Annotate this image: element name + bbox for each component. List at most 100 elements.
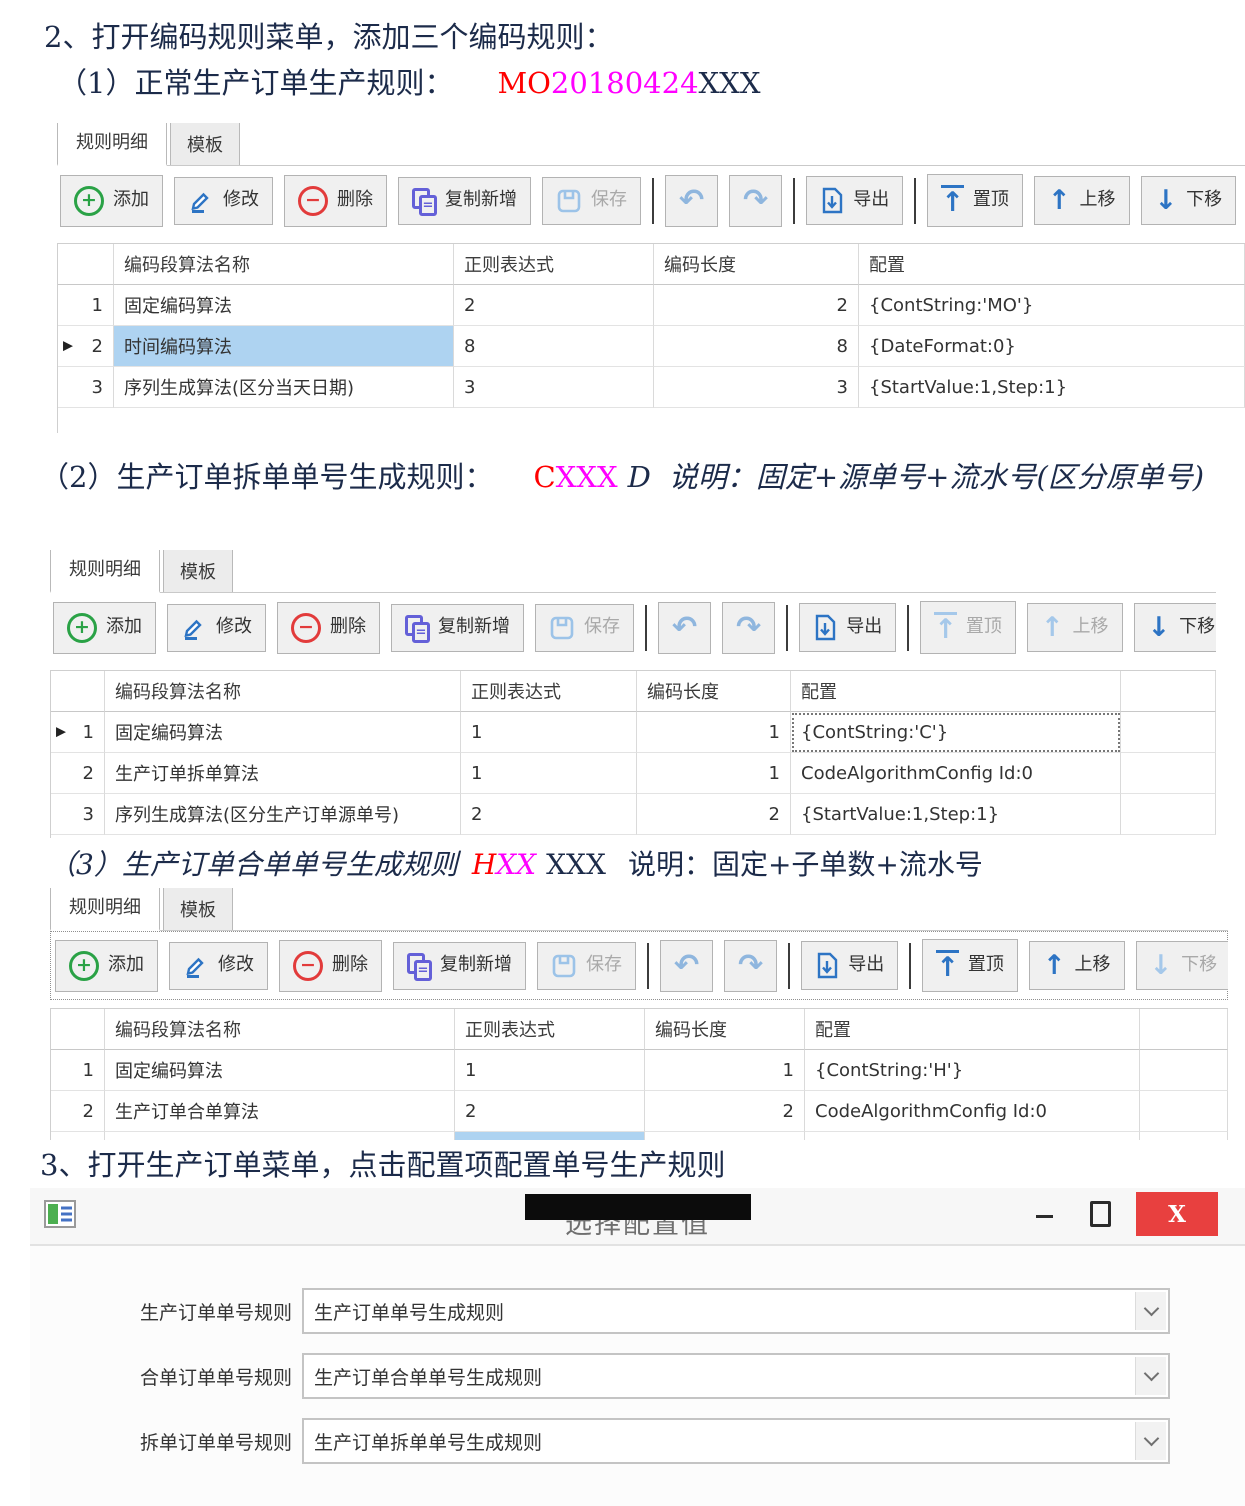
cell-regex[interactable]: 3 (454, 367, 654, 408)
redo-button[interactable]: ↷ (722, 602, 775, 654)
delete-button[interactable]: −删除 (284, 175, 387, 227)
cell-algorithm-name[interactable]: 固定编码算法 (105, 1050, 455, 1091)
row-number[interactable]: 3 (51, 794, 105, 835)
cell-length[interactable]: 1 (637, 712, 791, 753)
cell-algorithm-name[interactable]: 固定编码算法 (105, 712, 461, 753)
minimize-button[interactable] (1024, 1194, 1064, 1234)
pin-top-button[interactable]: ↑置顶 (927, 174, 1023, 227)
cell-config[interactable]: {StartValue:1,Step:1} (791, 794, 1121, 835)
cell-regex[interactable]: 8 (454, 326, 654, 367)
cell-algorithm-name[interactable]: 生产订单合单算法 (105, 1091, 455, 1132)
cell-length[interactable]: 1 (637, 753, 791, 794)
delete-button[interactable]: −删除 (279, 940, 382, 992)
move-down-button-label: 下移 (1179, 617, 1215, 638)
tab-rule-detail[interactable]: 规则明细 (57, 123, 167, 166)
row-number[interactable]: ▶2 (58, 326, 114, 367)
cell-regex[interactable]: 1 (461, 753, 637, 794)
dropdown-arrow-icon[interactable] (1135, 1422, 1166, 1460)
add-button[interactable]: +添加 (60, 175, 163, 227)
save-button[interactable]: 保存 (537, 942, 636, 990)
add-button[interactable]: +添加 (53, 602, 156, 654)
column-header-length: 编码长度 (645, 1009, 805, 1050)
tab-rule-detail[interactable]: 规则明细 (50, 888, 160, 931)
cell-config[interactable]: {ContString:'H'} (805, 1050, 1140, 1091)
move-down-button[interactable]: ↓下移 (1136, 941, 1228, 990)
maximize-button[interactable] (1080, 1194, 1120, 1234)
cell-regex[interactable]: 1 (461, 712, 637, 753)
redo-button[interactable]: ↷ (724, 940, 777, 992)
move-up-button[interactable]: ↑上移 (1029, 941, 1125, 990)
cell-length[interactable]: 1 (645, 1050, 805, 1091)
move-down-button[interactable]: ↓下移 (1141, 176, 1237, 225)
tab-template[interactable]: 模板 (163, 888, 233, 930)
save-button[interactable]: 保存 (535, 604, 634, 652)
tab-template[interactable]: 模板 (170, 123, 240, 165)
row-number[interactable]: ▶1 (51, 712, 105, 753)
edit-button[interactable]: 修改 (167, 604, 266, 652)
split-rule-value: 生产订单拆单单号生成规则 (304, 1428, 542, 1455)
copy-new-button[interactable]: 复制新增 (398, 177, 531, 225)
cell-config[interactable]: {StartValue:1,Step:1} (859, 367, 1245, 408)
heading-step-2: 2、打开编码规则菜单，添加三个编码规则： (44, 14, 613, 56)
export-button[interactable]: 导出 (806, 176, 903, 225)
redo-button[interactable]: ↷ (729, 175, 782, 227)
redo-icon: ↷ (736, 613, 761, 643)
cell-length[interactable]: 2 (654, 285, 859, 326)
cell-length[interactable]: 3 (645, 1132, 805, 1140)
merge-rule-select[interactable]: 生产订单合单单号生成规则 (302, 1353, 1170, 1399)
row-number[interactable]: 3 (58, 367, 114, 408)
tab-rule-detail[interactable]: 规则明细 (50, 550, 160, 593)
pin-top-button[interactable]: ↑置顶 (922, 939, 1018, 992)
edit-button[interactable]: 修改 (169, 942, 268, 990)
order-rule-select[interactable]: 生产订单单号生成规则 (302, 1288, 1170, 1334)
cell-config[interactable]: CodeAlgorithmConfig Id:0 (805, 1091, 1140, 1132)
cell-algorithm-name[interactable]: 生产订单拆单算法 (105, 753, 461, 794)
cell-config[interactable]: CodeAlgorithmConfig Id:0 (791, 753, 1121, 794)
cell-regex[interactable]: 3 (455, 1132, 645, 1140)
cell-algorithm-name[interactable]: 固定编码算法 (114, 285, 454, 326)
export-button[interactable]: 导出 (799, 603, 896, 652)
copy-new-button[interactable]: 复制新增 (391, 604, 524, 652)
cell-length[interactable]: 8 (654, 326, 859, 367)
copy-new-button[interactable]: 复制新增 (393, 942, 526, 990)
row-number[interactable]: 1 (51, 1050, 105, 1091)
tab-template[interactable]: 模板 (163, 550, 233, 592)
row-number[interactable]: ▶3 (51, 1132, 105, 1140)
cell-length[interactable]: 2 (637, 794, 791, 835)
undo-button[interactable]: ↶ (658, 602, 711, 654)
close-button[interactable]: X (1136, 1192, 1218, 1236)
dropdown-arrow-icon[interactable] (1135, 1357, 1166, 1395)
move-down-button[interactable]: ↓下移 (1134, 603, 1216, 652)
cell-algorithm-name[interactable]: 序列生成算法(区分当天日期) (114, 367, 454, 408)
cell-algorithm-name[interactable]: 时间编码算法 (114, 326, 454, 367)
pin-top-button[interactable]: ↑置顶 (920, 601, 1016, 654)
split-rule-select[interactable]: 生产订单拆单单号生成规则 (302, 1418, 1170, 1464)
cell-config[interactable]: {StartValue:1,Step:1} (805, 1132, 1140, 1140)
row-number[interactable]: 2 (51, 753, 105, 794)
cell-length[interactable]: 2 (645, 1091, 805, 1132)
cell-config[interactable]: {ContString:'MO'} (859, 285, 1245, 326)
undo-button[interactable]: ↶ (665, 175, 718, 227)
cell-algorithm-name[interactable]: 序列生成算法(区分生产订单源单号) (105, 794, 461, 835)
save-button[interactable]: 保存 (542, 177, 641, 225)
dropdown-arrow-icon[interactable] (1135, 1292, 1166, 1330)
row-number[interactable]: 1 (58, 285, 114, 326)
add-button[interactable]: +添加 (55, 940, 158, 992)
export-button[interactable]: 导出 (801, 941, 898, 990)
cell-config[interactable]: {DateFormat:0} (859, 326, 1245, 367)
edit-button[interactable]: 修改 (174, 177, 273, 225)
row-number[interactable]: 2 (51, 1091, 105, 1132)
rule-editor-panel-2: 规则明细 模板 +添加 修改 −删除 复制新增 保存 ↶ ↷ 导出 ↑置顶 ↑上… (50, 550, 1216, 838)
cell-algorithm-name[interactable]: 序列生成算法(区分当天日期) (105, 1132, 455, 1140)
cell-regex[interactable]: 2 (455, 1091, 645, 1132)
heading-step-3: 3、打开生产订单菜单，点击配置项配置单号生产规则 (40, 1142, 725, 1184)
cell-regex[interactable]: 2 (461, 794, 637, 835)
delete-button[interactable]: −删除 (277, 602, 380, 654)
cell-config[interactable]: {ContString:'C'} (791, 712, 1121, 753)
move-up-button[interactable]: ↑上移 (1027, 603, 1123, 652)
cell-regex[interactable]: 2 (454, 285, 654, 326)
undo-button[interactable]: ↶ (660, 940, 713, 992)
cell-length[interactable]: 3 (654, 367, 859, 408)
move-up-button[interactable]: ↑上移 (1034, 176, 1130, 225)
cell-regex[interactable]: 1 (455, 1050, 645, 1091)
